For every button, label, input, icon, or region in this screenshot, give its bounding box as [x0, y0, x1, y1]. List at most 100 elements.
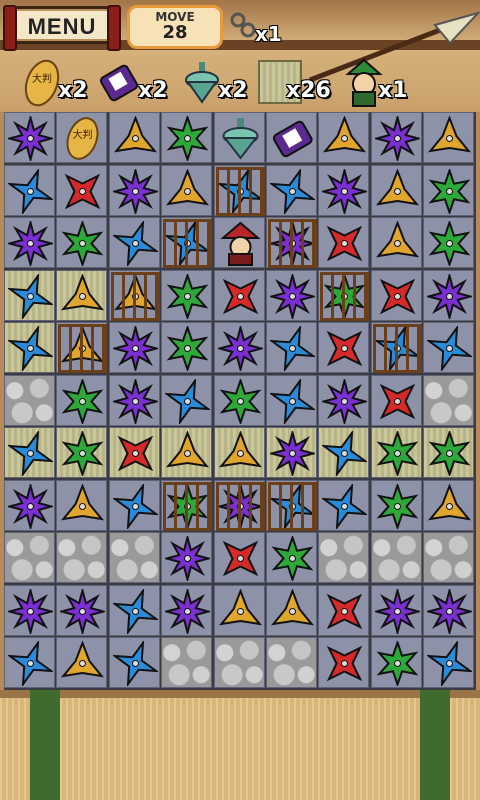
board-cell[interactable] — [266, 374, 317, 426]
board-cell[interactable] — [108, 164, 160, 216]
board-cell[interactable] — [56, 637, 108, 688]
red-cross-shuriken-icon — [327, 645, 363, 682]
board-cell[interactable] — [4, 427, 55, 478]
board-cell[interactable] — [318, 269, 370, 321]
board-cell[interactable] — [4, 637, 55, 688]
board-cell[interactable] — [108, 112, 160, 163]
board-cell[interactable] — [266, 217, 317, 268]
board-cell[interactable] — [370, 374, 422, 426]
board-cell[interactable] — [4, 164, 55, 216]
board-cell[interactable] — [370, 322, 422, 373]
board-cell[interactable] — [423, 164, 475, 216]
board-cell[interactable] — [318, 584, 370, 636]
board-cell[interactable] — [108, 479, 160, 531]
board-cell[interactable] — [213, 532, 265, 583]
board-cell[interactable] — [318, 112, 370, 163]
board-cell[interactable] — [266, 322, 317, 373]
purple-star-shuriken-icon — [322, 378, 368, 424]
goal-tatami-count: x26 — [286, 78, 331, 103]
board-cell[interactable] — [423, 427, 475, 478]
red-cross-shuriken-icon — [379, 383, 416, 419]
board-cell[interactable] — [161, 427, 213, 478]
board-cell[interactable] — [318, 427, 370, 478]
board-cell[interactable] — [213, 164, 265, 216]
board-cell[interactable] — [161, 532, 213, 583]
green-star-shuriken-icon — [166, 326, 209, 371]
board-cell[interactable] — [56, 269, 108, 321]
board-cell[interactable] — [161, 217, 213, 268]
board-cell[interactable] — [56, 427, 108, 478]
board-cell[interactable] — [370, 479, 422, 531]
board-cell[interactable] — [266, 532, 317, 583]
menu-button[interactable]: MENU — [3, 5, 121, 51]
board-cell[interactable] — [161, 322, 213, 373]
board-cell[interactable] — [318, 637, 370, 688]
board-cell[interactable] — [370, 584, 422, 636]
board-cell[interactable] — [423, 217, 475, 268]
board-cell[interactable] — [108, 217, 160, 268]
board-cell[interactable] — [318, 479, 370, 531]
board-cell[interactable] — [4, 584, 55, 636]
purple-star-shuriken-icon — [60, 588, 106, 634]
board-cell[interactable] — [318, 374, 370, 426]
goal-top: x2 — [182, 58, 262, 108]
board-cell[interactable] — [213, 479, 265, 531]
board-cell[interactable] — [423, 269, 475, 321]
board-cell[interactable] — [370, 637, 422, 688]
board-cell[interactable] — [108, 584, 160, 636]
board-cell[interactable] — [266, 479, 317, 531]
board-cell[interactable] — [108, 374, 160, 426]
board-cell[interactable] — [56, 164, 108, 216]
board-cell[interactable] — [4, 217, 55, 268]
board-cell[interactable] — [56, 584, 108, 636]
board-cell[interactable] — [4, 322, 55, 373]
board-cell[interactable] — [4, 112, 55, 163]
board-cell[interactable] — [4, 479, 55, 531]
board-cell[interactable] — [161, 479, 213, 531]
board-cell[interactable] — [318, 322, 370, 373]
board-cell[interactable] — [266, 584, 317, 636]
board-cell[interactable] — [370, 164, 422, 216]
board-cell[interactable] — [423, 584, 475, 636]
board-cell[interactable] — [161, 584, 213, 636]
board-cell[interactable] — [213, 427, 265, 478]
board-cell[interactable] — [108, 427, 160, 478]
board-cell[interactable] — [423, 112, 475, 163]
board-cell[interactable] — [56, 217, 108, 268]
board-cell[interactable] — [423, 637, 475, 688]
board-cell[interactable] — [266, 269, 317, 321]
blue-pinwheel-shuriken-icon — [8, 273, 53, 319]
board-cell[interactable] — [213, 269, 265, 321]
board-cell[interactable] — [266, 112, 317, 163]
board-cell[interactable] — [423, 322, 475, 373]
board-cell[interactable] — [108, 322, 160, 373]
board-cell[interactable] — [423, 479, 475, 531]
board-cell[interactable] — [161, 112, 213, 163]
board-cell[interactable] — [370, 112, 422, 163]
board-cell[interactable] — [370, 269, 422, 321]
board-cell[interactable] — [213, 217, 265, 268]
gold-tri-shuriken-icon — [428, 116, 472, 153]
board-cell[interactable] — [161, 164, 213, 216]
board-cell[interactable] — [213, 112, 265, 163]
board-cell[interactable] — [213, 322, 265, 373]
board-cell[interactable] — [108, 269, 160, 321]
board-cell[interactable] — [56, 322, 108, 373]
purple-star-shuriken-icon — [112, 326, 158, 371]
board-cell[interactable] — [161, 374, 213, 426]
board-cell[interactable] — [161, 269, 213, 321]
board-cell[interactable] — [370, 427, 422, 478]
board-cell[interactable] — [213, 584, 265, 636]
board-cell[interactable] — [318, 164, 370, 216]
board-cell[interactable] — [318, 217, 370, 268]
board-cell[interactable] — [266, 427, 317, 478]
board-cell[interactable] — [56, 374, 108, 426]
board-cell[interactable] — [108, 637, 160, 688]
board-cell[interactable] — [4, 269, 55, 321]
board-cell[interactable] — [56, 479, 108, 531]
board-cell[interactable] — [370, 217, 422, 268]
board-cell[interactable] — [213, 374, 265, 426]
purple-star-shuriken-icon — [165, 588, 211, 634]
board-cell[interactable] — [266, 164, 317, 216]
board-cell[interactable]: 大判 — [56, 112, 108, 163]
